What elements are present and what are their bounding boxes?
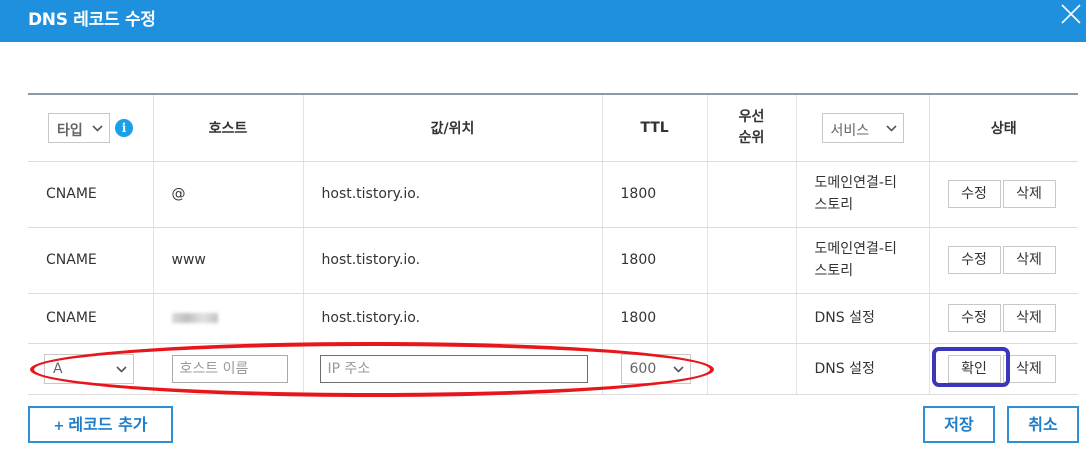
record-type: CNAME bbox=[28, 161, 153, 228]
table-row: CNAME @ host.tistory.io. 1800 도메인연결-티 스토… bbox=[28, 161, 1078, 228]
new-priority-cell bbox=[706, 343, 796, 395]
new-type-select[interactable]: A bbox=[44, 353, 134, 384]
record-priority bbox=[706, 161, 796, 228]
ttl-select[interactable]: 600 bbox=[620, 353, 691, 384]
table-header-row: 타입 i 호스트 값/위치 TTL 우선 순위 서비스 상태 bbox=[28, 93, 1078, 162]
new-host-cell: 호스트 이름 bbox=[152, 343, 303, 395]
new-type-cell: A bbox=[28, 343, 153, 395]
record-priority bbox=[706, 293, 796, 344]
new-service: DNS 설정 bbox=[795, 343, 929, 395]
service-filter-select[interactable]: 서비스 bbox=[821, 112, 904, 143]
edit-button[interactable]: 수정 bbox=[947, 246, 1001, 274]
host-name-input[interactable]: 호스트 이름 bbox=[171, 354, 288, 383]
ttl-header: TTL bbox=[601, 93, 707, 162]
delete-button[interactable]: 삭제 bbox=[1002, 304, 1056, 332]
new-value-cell: IP 주소 bbox=[302, 343, 602, 395]
type-filter-select[interactable]: 타입 bbox=[48, 112, 110, 143]
delete-button[interactable]: 삭제 bbox=[1002, 354, 1056, 383]
status-header: 상태 bbox=[928, 93, 1078, 162]
confirm-button[interactable]: 확인 bbox=[947, 354, 1001, 383]
info-icon[interactable]: i bbox=[115, 118, 133, 137]
record-service: DNS 설정 bbox=[795, 293, 929, 344]
record-actions: 수정 삭제 bbox=[928, 293, 1078, 344]
record-service: 도메인연결-티 스토리 bbox=[795, 161, 929, 228]
record-ttl: 1800 bbox=[601, 293, 707, 344]
new-ttl-cell: 600 bbox=[601, 343, 707, 395]
save-button[interactable]: 저장 bbox=[923, 406, 995, 443]
new-record-row: A 호스트 이름 IP 주소 600 DNS 설정 확인 삭제 bbox=[28, 343, 1078, 395]
record-host: www bbox=[152, 227, 303, 294]
blurred-host bbox=[171, 313, 218, 323]
chevron-down-icon bbox=[885, 125, 897, 132]
service-header: 서비스 bbox=[795, 93, 929, 162]
value-header: 값/위치 bbox=[302, 93, 602, 162]
plus-icon: + bbox=[53, 419, 65, 434]
chevron-down-icon bbox=[672, 365, 684, 373]
record-value: host.tistory.io. bbox=[302, 227, 602, 294]
table-row: CNAME host.tistory.io. 1800 DNS 설정 수정 삭제 bbox=[28, 293, 1078, 344]
delete-button[interactable]: 삭제 bbox=[1002, 180, 1056, 208]
edit-button[interactable]: 수정 bbox=[947, 180, 1001, 208]
cancel-button[interactable]: 취소 bbox=[1007, 406, 1079, 443]
record-priority bbox=[706, 227, 796, 294]
edit-button[interactable]: 수정 bbox=[947, 304, 1001, 332]
priority-header: 우선 순위 bbox=[706, 93, 796, 162]
record-type: CNAME bbox=[28, 227, 153, 294]
dialog-titlebar: DNS 레코드 수정 bbox=[0, 0, 1086, 42]
record-type: CNAME bbox=[28, 293, 153, 344]
table-row: CNAME www host.tistory.io. 1800 도메인연결-티 … bbox=[28, 227, 1078, 294]
ip-address-input[interactable]: IP 주소 bbox=[319, 354, 588, 383]
chevron-down-icon bbox=[92, 125, 103, 132]
new-actions: 확인 삭제 bbox=[928, 343, 1078, 395]
host-header: 호스트 bbox=[152, 93, 303, 162]
record-actions: 수정 삭제 bbox=[928, 161, 1078, 228]
record-ttl: 1800 bbox=[601, 227, 707, 294]
record-actions: 수정 삭제 bbox=[928, 227, 1078, 294]
record-value: host.tistory.io. bbox=[302, 293, 602, 344]
dns-record-table: 타입 i 호스트 값/위치 TTL 우선 순위 서비스 상태 CNAME @ h… bbox=[28, 93, 1078, 395]
type-header: 타입 i bbox=[28, 93, 153, 162]
chevron-down-icon bbox=[116, 365, 127, 373]
record-host: @ bbox=[152, 161, 303, 228]
record-value: host.tistory.io. bbox=[302, 161, 602, 228]
record-ttl: 1800 bbox=[601, 161, 707, 228]
close-icon[interactable] bbox=[1060, 3, 1082, 25]
add-record-button[interactable]: + 레코드 추가 bbox=[28, 406, 173, 443]
record-host bbox=[152, 293, 303, 344]
delete-button[interactable]: 삭제 bbox=[1002, 246, 1056, 274]
dialog-title: DNS 레코드 수정 bbox=[28, 10, 156, 30]
record-service: 도메인연결-티 스토리 bbox=[795, 227, 929, 294]
